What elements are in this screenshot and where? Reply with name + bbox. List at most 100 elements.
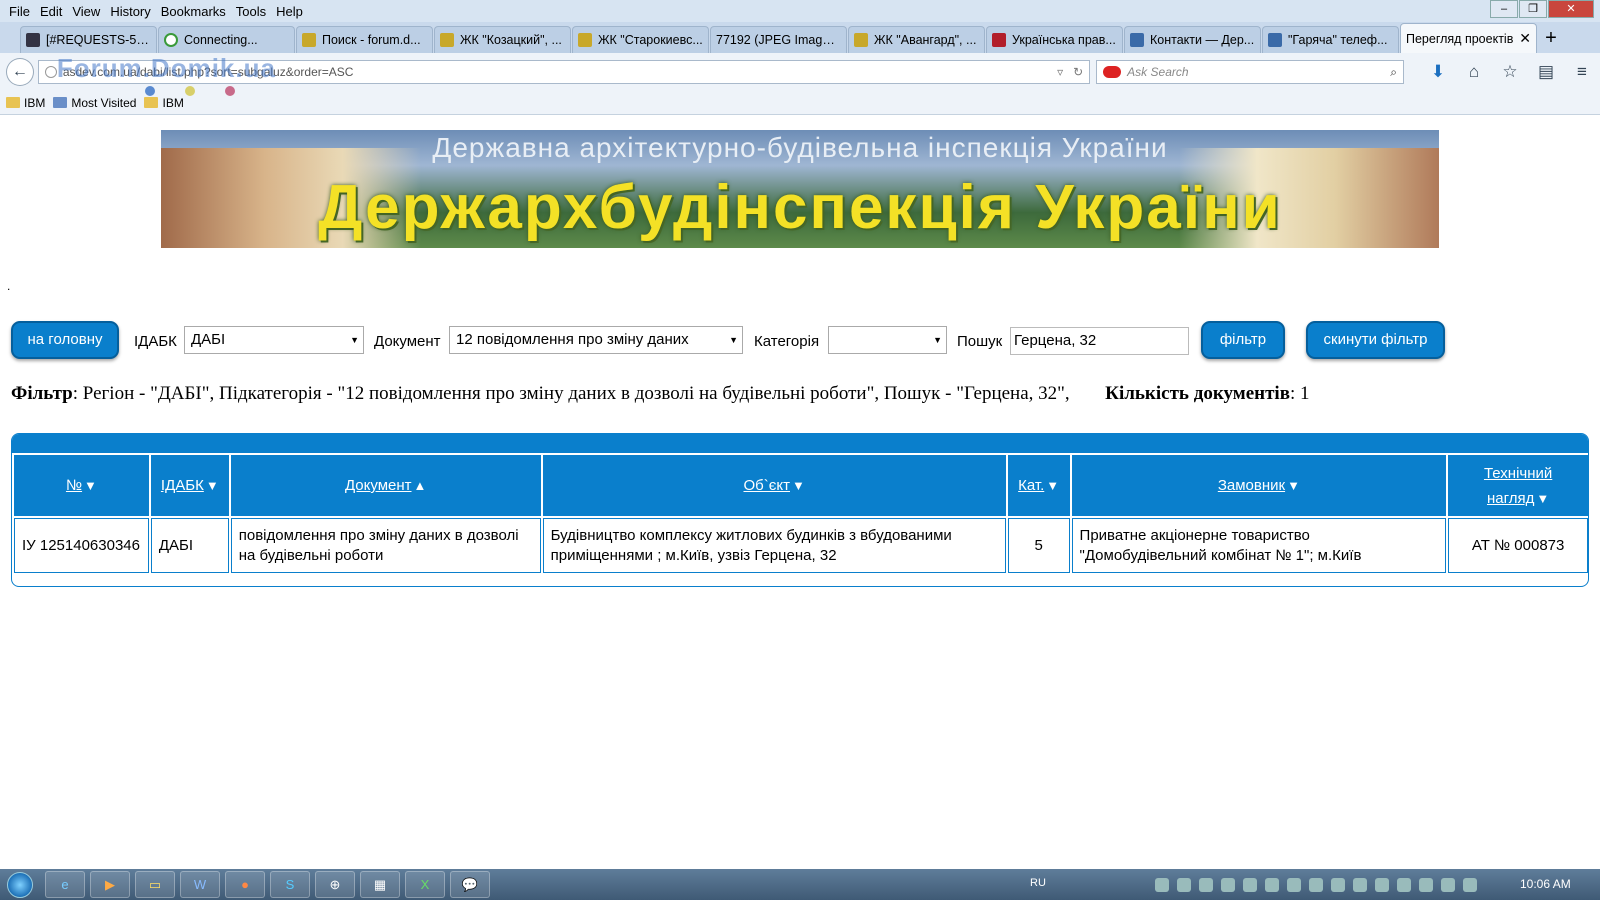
globe-icon [44, 66, 57, 78]
table-header-row: № ▼ ІДАБК ▼ Документ ▲ Об`єкт ▼ Кат. ▼ Замовн… [14, 455, 1588, 516]
reading-list-icon[interactable]: ▤ [1528, 62, 1564, 82]
tab-favicon-icon [578, 33, 592, 47]
header-object[interactable]: Об`єкт ▼ [542, 455, 1006, 516]
dot-icon [145, 86, 155, 96]
tab[interactable]: ЖК "Старокиевс... [572, 26, 709, 53]
tab[interactable]: Українська прав... [986, 26, 1123, 53]
sort-down-icon: ▼ [1536, 490, 1550, 506]
new-tab-icon[interactable]: + [1538, 26, 1564, 53]
home-icon[interactable]: ⌂ [1456, 62, 1492, 82]
close-icon[interactable]: ✕ [1548, 0, 1594, 18]
tray-icon[interactable] [1353, 878, 1367, 892]
language-indicator[interactable]: RU [1030, 877, 1046, 889]
url-bar[interactable]: asdev.com.ua/dabi/list.php?sort=subgaluz… [37, 53, 1091, 84]
watermark: Forum.Domik.ua [56, 53, 276, 83]
tray-icon[interactable] [1375, 878, 1389, 892]
header-idabk[interactable]: ІДАБК ▼ [150, 455, 229, 516]
header-label: ІДАБК [160, 477, 204, 494]
search-placeholder: Ask Search [1127, 65, 1189, 79]
tray-icon[interactable] [1243, 878, 1257, 892]
menu-history[interactable]: History [105, 4, 155, 19]
header-label: № [65, 477, 83, 494]
menu-edit[interactable]: Edit [35, 4, 67, 19]
category-select[interactable]: ▼ [828, 326, 947, 354]
search-bar[interactable]: Ask Search ⌕ [1096, 60, 1405, 84]
download-icon[interactable]: ⬇ [1420, 62, 1456, 82]
header-label: Об`єкт [743, 477, 790, 494]
excel-icon[interactable]: X [405, 871, 445, 898]
reload-icon[interactable]: ▿ ↻ [1057, 65, 1083, 79]
back-arrow-icon[interactable]: ← [6, 58, 34, 86]
search-icon[interactable]: ⌕ [1390, 65, 1397, 80]
tray-icon[interactable] [1177, 878, 1191, 892]
tray-icon[interactable] [1155, 878, 1169, 892]
tray-icon[interactable] [1199, 878, 1213, 892]
tab[interactable]: ЖК "Козацкий", ... [434, 26, 571, 53]
bookmark-item[interactable]: IBM [144, 96, 184, 110]
header-tech-supervision[interactable]: Технічний нагляд ▼ [1448, 455, 1588, 516]
tray-icon[interactable] [1287, 878, 1301, 892]
bookmark-item[interactable]: Most Visited [53, 96, 136, 110]
tab[interactable]: [#REQUESTS-566... [20, 26, 157, 53]
decorative-dots [145, 86, 265, 96]
media-player-icon[interactable]: ▶ [90, 871, 130, 898]
word-icon[interactable]: W [180, 871, 220, 898]
filter-button[interactable]: фільтр [1201, 321, 1285, 359]
tray-icon[interactable] [1463, 878, 1477, 892]
menu-help[interactable]: Help [271, 4, 308, 19]
stray-dot: . [7, 279, 11, 293]
tab[interactable]: ЖК "Авангард", ... [848, 26, 985, 53]
header-category[interactable]: Кат. ▼ [1007, 455, 1070, 516]
skype-icon[interactable]: S [270, 871, 310, 898]
start-button[interactable] [0, 869, 40, 900]
menu-view[interactable]: View [67, 4, 105, 19]
tab[interactable]: Контакти — Дер... [1124, 26, 1261, 53]
tray-icon[interactable] [1331, 878, 1345, 892]
close-tab-icon[interactable]: ✕ [1519, 30, 1531, 47]
tray-icon[interactable] [1441, 878, 1455, 892]
menu-bookmarks[interactable]: Bookmarks [156, 4, 231, 19]
bookmark-star-icon[interactable]: ☆ [1492, 62, 1528, 82]
header-number[interactable]: № ▼ [14, 455, 149, 516]
tray-icon[interactable] [1221, 878, 1235, 892]
folder-icon [144, 97, 159, 108]
tab[interactable]: 77192 (JPEG Image, 1... [710, 26, 847, 53]
firefox-icon[interactable]: ● [225, 871, 265, 898]
tab-label: 77192 (JPEG Image, 1... [716, 33, 841, 47]
minimize-icon[interactable]: – [1490, 0, 1518, 18]
idabk-label: ІДАБК [134, 333, 177, 350]
tab[interactable]: Connecting... [158, 26, 295, 53]
menu-hamburger-icon[interactable]: ≡ [1564, 62, 1600, 82]
maximize-icon[interactable]: ❐ [1519, 0, 1547, 18]
tab[interactable]: Поиск - forum.d... [296, 26, 433, 53]
calculator-icon[interactable]: ▦ [360, 871, 400, 898]
tray-icon[interactable] [1419, 878, 1433, 892]
tray-icon[interactable] [1309, 878, 1323, 892]
bookmark-label: Most Visited [71, 95, 137, 110]
menu-file[interactable]: File [4, 4, 35, 19]
explorer-icon[interactable]: ▭ [135, 871, 175, 898]
ie-icon[interactable]: e [45, 871, 85, 898]
category-label: Категорія [754, 333, 820, 350]
search-input[interactable]: Герцена, 32 [1010, 327, 1189, 355]
document-select[interactable]: 12 повідомлення про зміну даних ▼ [449, 326, 743, 354]
menu-tools[interactable]: Tools [231, 4, 271, 19]
header-customer[interactable]: Замовник ▼ [1071, 455, 1447, 516]
banner-title: Держархбудінспекція України [318, 173, 1282, 242]
header-document[interactable]: Документ ▲ [230, 455, 541, 516]
tray-icon[interactable] [1397, 878, 1411, 892]
home-button[interactable]: на головну [11, 321, 119, 359]
idabk-select[interactable]: ДАБІ ▼ [184, 326, 364, 354]
tray-icon[interactable] [1265, 878, 1279, 892]
clock[interactable]: 10:06 AM [1520, 877, 1571, 891]
reset-filter-button[interactable]: скинути фільтр [1306, 321, 1445, 359]
network-icon[interactable]: ⊕ [315, 871, 355, 898]
chevron-down-icon: ▼ [350, 335, 359, 345]
tab[interactable]: "Гаряча" телеф... [1262, 26, 1399, 53]
ask-logo-icon [1103, 66, 1122, 78]
bookmark-item[interactable]: IBM [6, 96, 45, 110]
chevron-down-icon: ▼ [933, 335, 942, 345]
chat-icon[interactable]: 💬 [450, 871, 490, 898]
tab-active[interactable]: Перегляд проектів ✕ [1400, 23, 1537, 53]
tab-favicon-icon [1268, 33, 1282, 47]
